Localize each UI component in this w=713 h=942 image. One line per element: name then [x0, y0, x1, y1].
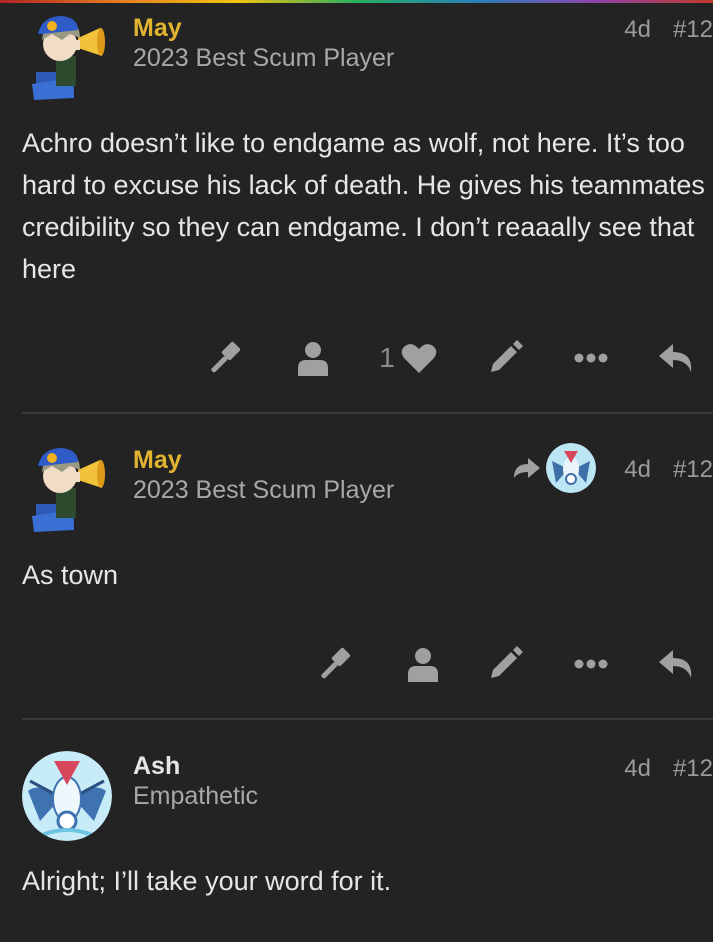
post-number[interactable]: #12 — [673, 16, 713, 43]
reply-icon — [659, 650, 692, 678]
username[interactable]: Ash — [133, 752, 180, 781]
post-meta: 4d #12 — [602, 456, 713, 484]
post-actions: 1 — [193, 333, 713, 383]
username[interactable]: May — [133, 14, 182, 43]
gavel-icon — [321, 647, 351, 679]
more-icon — [574, 659, 608, 669]
user-icon — [408, 648, 438, 682]
user-title: 2023 Best Scum Player — [133, 476, 395, 504]
like-button[interactable]: 1 — [368, 333, 448, 383]
gavel-icon — [211, 341, 241, 373]
post-number[interactable]: #12 — [673, 755, 713, 782]
edit-button[interactable] — [485, 333, 525, 383]
user-icon — [298, 342, 328, 376]
more-button[interactable] — [571, 639, 611, 689]
user-card-button[interactable] — [293, 333, 333, 383]
post-meta: 4d #12 — [602, 755, 713, 783]
post-number[interactable]: #12 — [673, 456, 713, 483]
like-count: 1 — [379, 342, 395, 373]
more-icon — [574, 353, 608, 363]
edit-button[interactable] — [485, 639, 525, 689]
post-1: May 2023 Best Scum Player 4d #12 Achro do… — [0, 0, 713, 414]
pencil-icon — [491, 340, 523, 372]
post-age[interactable]: 4d — [624, 755, 651, 782]
gavel-button[interactable] — [319, 639, 359, 689]
post-3: Ash Empathetic 4d #12 Alright; I’ll take … — [0, 720, 713, 942]
post-2: May 2023 Best Scum Player 4d #12 As town — [0, 414, 713, 720]
user-title: 2023 Best Scum Player — [133, 44, 395, 72]
reply-button[interactable] — [657, 333, 697, 383]
username[interactable]: May — [133, 446, 182, 475]
gavel-button[interactable] — [209, 333, 249, 383]
user-card-button[interactable] — [403, 639, 443, 689]
post-age[interactable]: 4d — [624, 456, 651, 483]
post-body: Achro doesn’t like to endgame as wolf, n… — [22, 128, 705, 284]
avatar[interactable] — [22, 12, 112, 102]
heart-icon — [401, 344, 437, 373]
post-body: As town — [22, 560, 119, 590]
reply-to-avatar — [546, 443, 596, 493]
reply-button[interactable] — [657, 639, 697, 689]
reply-to-indicator[interactable] — [512, 443, 596, 493]
user-title: Empathetic — [133, 782, 259, 810]
post-age[interactable]: 4d — [624, 16, 651, 43]
pencil-icon — [491, 646, 523, 678]
reply-icon — [659, 344, 692, 372]
share-arrow-icon — [514, 458, 540, 478]
post-actions — [303, 639, 713, 689]
more-button[interactable] — [571, 333, 611, 383]
post-body: Alright; I’ll take your word for it. — [22, 866, 392, 896]
avatar[interactable] — [22, 751, 112, 841]
avatar[interactable] — [22, 444, 112, 534]
post-meta: 4d #12 — [602, 16, 713, 44]
